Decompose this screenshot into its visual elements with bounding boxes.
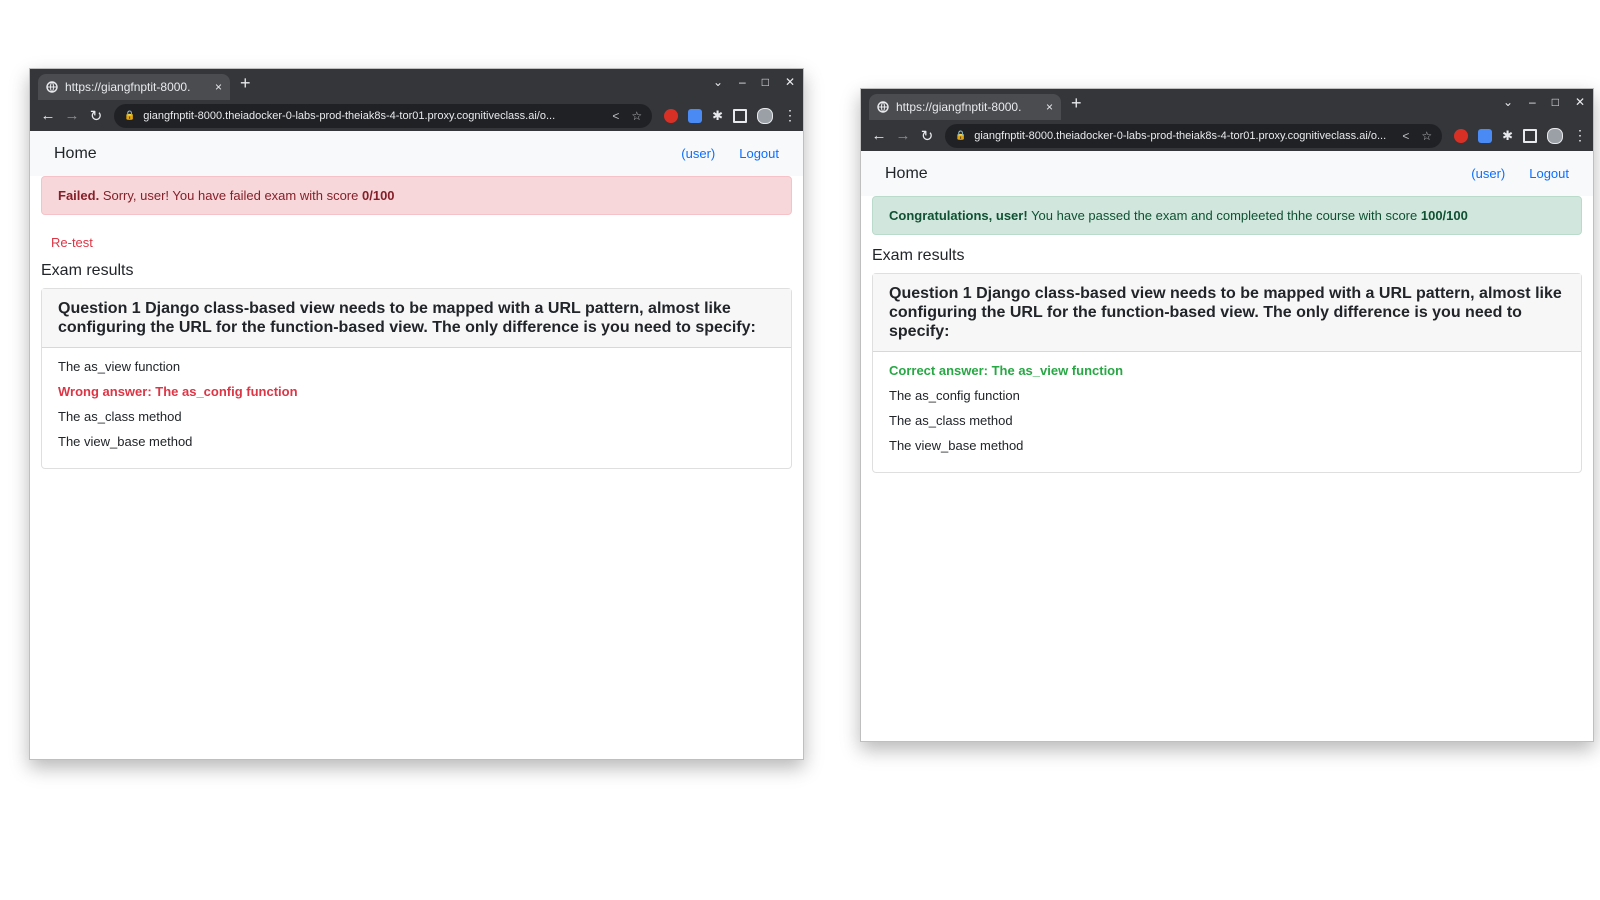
alert-status: Congratulations, user! [889,208,1028,223]
tab-title: https://giangfnptit-8000. [65,80,191,94]
browser-toolbar: ← → ↻ 🔒 giangfnptit-8000.theiadocker-0-l… [30,100,803,131]
extensions-area: ✱ ⋮ [1454,127,1587,144]
url-text: giangfnptit-8000.theiadocker-0-labs-prod… [974,129,1387,142]
option-item: The as_class method [58,409,182,424]
page-content: Congratulations, user! You have passed t… [861,196,1593,473]
minimize-icon[interactable]: – [739,75,746,89]
page-content: Failed. Sorry, user! You have failed exa… [30,176,803,469]
option-item: The as_view function [58,359,181,374]
tab-close-icon[interactable]: × [215,80,222,94]
side-panel-icon[interactable] [1523,128,1537,143]
title-bar: https://giangfnptit-8000. × + ⌄ – □ ✕ [30,69,803,100]
logout-link[interactable]: Logout [1529,166,1569,181]
option-item: The as_config function [889,388,1020,403]
new-tab-icon[interactable]: + [1071,93,1082,114]
translate-icon[interactable] [1478,128,1493,143]
url-text: giangfnptit-8000.theiadocker-0-labs-prod… [143,109,556,122]
option-item: The view_base method [889,438,1024,453]
translate-icon[interactable] [688,108,703,123]
question-text: Question 1 Django class-based view needs… [42,289,791,348]
browser-toolbar: ← → ↻ 🔒 giangfnptit-8000.theiadocker-0-l… [861,120,1593,151]
window-controls: ⌄ – □ ✕ [713,75,795,89]
profile-avatar-icon[interactable] [1547,127,1563,144]
extensions-puzzle-icon[interactable]: ✱ [712,108,723,124]
site-navbar: Home (user) Logout [30,131,803,176]
option-item: The as_class method [889,413,1013,428]
wrong-answer-option: Wrong answer: The as_config function [58,384,298,399]
globe-icon [877,101,889,113]
extensions-area: ✱ ⋮ [664,107,797,124]
success-alert: Congratulations, user! You have passed t… [872,196,1582,235]
forward-icon[interactable]: → [891,127,915,144]
address-bar[interactable]: 🔒 giangfnptit-8000.theiadocker-0-labs-pr… [945,123,1443,148]
title-bar: https://giangfnptit-8000. × + ⌄ – □ ✕ [861,89,1593,120]
browser-tab[interactable]: https://giangfnptit-8000. × [869,94,1061,120]
question-card: Question 1 Django class-based view needs… [872,273,1582,473]
window-controls: ⌄ – □ ✕ [1503,95,1585,109]
tab-search-icon[interactable]: ⌄ [1503,95,1513,109]
exam-results-heading: Exam results [41,262,134,279]
alert-score: 100/100 [1420,208,1468,223]
extension-red-icon[interactable] [1454,128,1469,143]
side-panel-icon[interactable] [733,108,747,123]
tab-search-icon[interactable]: ⌄ [713,75,723,89]
back-icon[interactable]: ← [867,127,891,144]
browser-tab[interactable]: https://giangfnptit-8000. × [38,74,230,100]
options-list: The as_view function Wrong answer: The a… [42,348,791,468]
correct-answer-option: Correct answer: The as_view function [889,363,1124,378]
forward-icon[interactable]: → [60,107,84,124]
globe-icon [46,81,58,93]
browser-window-failed: https://giangfnptit-8000. × + ⌄ – □ ✕ ← … [29,68,804,760]
home-link[interactable]: Home [885,165,1447,183]
star-icon[interactable]: ☆ [631,109,642,123]
share-icon[interactable]: < [1402,129,1409,143]
home-link[interactable]: Home [54,145,657,163]
minimize-icon[interactable]: – [1529,95,1536,109]
alert-status: Failed. [58,188,100,203]
share-icon[interactable]: < [612,109,619,123]
window-close-icon[interactable]: ✕ [1575,95,1585,109]
reload-icon[interactable]: ↻ [915,127,939,145]
question-text: Question 1 Django class-based view needs… [873,274,1581,352]
question-card: Question 1 Django class-based view needs… [41,288,792,469]
back-icon[interactable]: ← [36,107,60,124]
options-list: Correct answer: The as_view function The… [873,352,1581,472]
maximize-icon[interactable]: □ [1552,95,1559,109]
lock-icon[interactable]: 🔒 [124,110,135,121]
user-link[interactable]: (user) [681,146,715,161]
tab-close-icon[interactable]: × [1046,100,1053,114]
alert-message: Sorry, user! You have failed exam with s… [102,188,359,203]
option-item: The view_base method [58,434,193,449]
browser-window-passed: https://giangfnptit-8000. × + ⌄ – □ ✕ ← … [860,88,1594,742]
exam-results-heading: Exam results [872,247,965,264]
user-link[interactable]: (user) [1471,166,1505,181]
site-navbar: Home (user) Logout [861,151,1593,196]
tab-title: https://giangfnptit-8000. [896,100,1022,114]
failed-alert: Failed. Sorry, user! You have failed exa… [41,176,792,215]
maximize-icon[interactable]: □ [762,75,769,89]
lock-icon[interactable]: 🔒 [955,130,966,141]
logout-link[interactable]: Logout [739,146,779,161]
address-bar[interactable]: 🔒 giangfnptit-8000.theiadocker-0-labs-pr… [114,103,653,128]
window-close-icon[interactable]: ✕ [785,75,795,89]
menu-icon[interactable]: ⋮ [1573,127,1587,144]
retest-link[interactable]: Re-test [51,235,93,250]
new-tab-icon[interactable]: + [240,73,251,94]
menu-icon[interactable]: ⋮ [783,107,797,124]
reload-icon[interactable]: ↻ [84,107,108,125]
profile-avatar-icon[interactable] [757,107,773,124]
star-icon[interactable]: ☆ [1421,129,1432,143]
alert-message: You have passed the exam and compleeted … [1031,208,1418,223]
alert-score: 0/100 [362,188,395,203]
extension-red-icon[interactable] [664,108,679,123]
extensions-puzzle-icon[interactable]: ✱ [1502,128,1513,144]
